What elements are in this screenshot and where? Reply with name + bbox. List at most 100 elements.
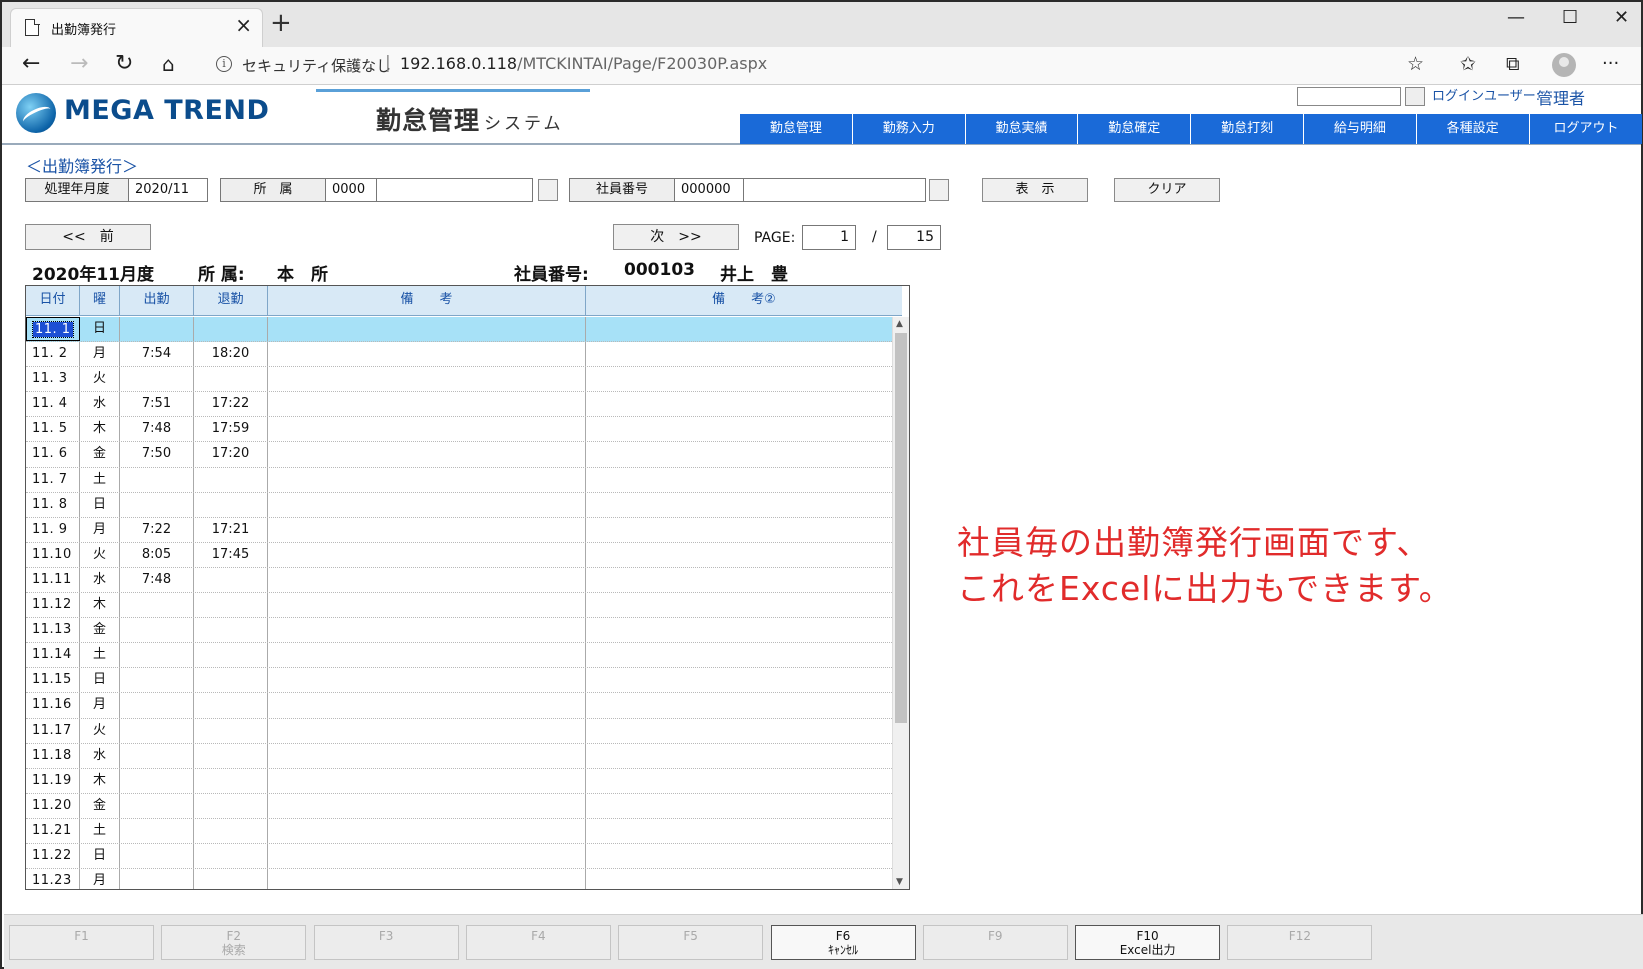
cell-note2[interactable] — [586, 744, 892, 768]
cell-clock-out[interactable] — [194, 843, 268, 869]
table-row[interactable]: 11.21 土 — [26, 818, 892, 844]
prev-page-button[interactable]: << 前 — [25, 224, 151, 250]
cell-clock-out[interactable]: 17:21 — [194, 517, 268, 542]
cell-note[interactable] — [268, 342, 586, 367]
cell-note2[interactable] — [586, 693, 892, 717]
new-tab-icon[interactable]: + — [270, 10, 292, 36]
refresh-icon[interactable]: ↻ — [115, 51, 133, 77]
cell-clock-out[interactable] — [194, 467, 268, 492]
cell-note2[interactable] — [586, 417, 892, 441]
cell-clock-in[interactable]: 7:48 — [120, 417, 194, 442]
cell-clock-in[interactable] — [120, 618, 194, 643]
cell-day[interactable]: 月 — [80, 869, 120, 889]
cell-day[interactable]: 日 — [80, 843, 120, 869]
cell-note2[interactable] — [586, 493, 892, 517]
table-scrollbar[interactable]: ▲ ▼ — [892, 317, 909, 889]
scroll-down-icon[interactable]: ▼ — [896, 877, 903, 887]
cell-note2[interactable] — [586, 794, 892, 818]
scroll-thumb[interactable] — [895, 333, 907, 723]
cell-note[interactable] — [268, 567, 586, 593]
cell-clock-out[interactable] — [194, 869, 268, 889]
cell-note2[interactable] — [586, 342, 892, 366]
menu-settings[interactable]: 各種設定 — [1416, 114, 1530, 144]
cell-date[interactable]: 11.11 — [26, 567, 80, 593]
favorites-icon[interactable]: ✩ — [1460, 51, 1476, 77]
table-row[interactable]: 11.17 火 — [26, 718, 892, 744]
employee-lookup-button[interactable] — [929, 179, 949, 201]
table-row[interactable]: 11. 5 木 7:48 17:59 — [26, 417, 892, 443]
cell-note2[interactable] — [586, 392, 892, 416]
cell-date[interactable]: 11. 5 — [26, 417, 80, 442]
clear-button[interactable]: クリア — [1114, 178, 1220, 202]
cell-date[interactable]: 11. 2 — [26, 342, 80, 367]
cell-note[interactable] — [268, 743, 586, 768]
cell-note[interactable] — [268, 492, 586, 517]
fkey-f5[interactable]: F5 — [618, 925, 764, 960]
cell-date[interactable]: 11.13 — [26, 618, 80, 643]
menu-payslip[interactable]: 給与明細 — [1303, 114, 1417, 144]
cell-note[interactable] — [268, 542, 586, 567]
cell-clock-in[interactable] — [120, 367, 194, 392]
cell-clock-in[interactable]: 7:51 — [120, 392, 194, 417]
employee-name-input[interactable] — [743, 178, 926, 202]
cell-note[interactable] — [268, 843, 586, 869]
show-button[interactable]: 表 示 — [982, 178, 1088, 202]
minimize-icon[interactable]: — — [1507, 6, 1525, 30]
cell-date[interactable]: 11.20 — [26, 793, 80, 818]
table-row[interactable]: 11.22 日 — [26, 843, 892, 870]
cell-day[interactable]: 日 — [80, 668, 120, 693]
cell-clock-out[interactable] — [194, 317, 268, 342]
table-row[interactable]: 11. 4 水 7:51 17:22 — [26, 392, 892, 418]
cell-date[interactable]: 11.15 — [26, 668, 80, 693]
cell-date[interactable]: 11.19 — [26, 768, 80, 793]
cell-day[interactable]: 木 — [80, 593, 120, 618]
login-search-input[interactable] — [1297, 87, 1401, 106]
cell-clock-out[interactable] — [194, 668, 268, 693]
table-row[interactable]: 11. 3 火 — [26, 367, 892, 393]
table-row[interactable]: 11.13 金 — [26, 618, 892, 644]
cell-clock-out[interactable] — [194, 818, 268, 843]
cell-note2[interactable] — [586, 593, 892, 617]
cell-date[interactable]: 11. 7 — [26, 467, 80, 492]
menu-work-input[interactable]: 勤務入力 — [852, 114, 966, 144]
table-row[interactable]: 11.12 木 — [26, 593, 892, 619]
cell-note[interactable] — [268, 643, 586, 668]
cell-note[interactable] — [268, 417, 586, 442]
cell-date[interactable]: 11. 9 — [26, 517, 80, 542]
cell-day[interactable]: 火 — [80, 542, 120, 567]
table-row[interactable]: 11.23 月 — [26, 869, 892, 889]
cell-clock-in[interactable]: 7:50 — [120, 442, 194, 467]
cell-clock-out[interactable]: 17:59 — [194, 417, 268, 442]
collections-icon[interactable]: ⧉ — [1506, 51, 1520, 77]
cell-clock-out[interactable]: 17:22 — [194, 392, 268, 417]
cell-clock-in[interactable] — [120, 693, 194, 718]
cell-day[interactable]: 月 — [80, 693, 120, 718]
table-row[interactable]: 11. 6 金 7:50 17:20 — [26, 442, 892, 468]
cell-clock-in[interactable]: 7:54 — [120, 342, 194, 367]
cell-clock-out[interactable] — [194, 693, 268, 718]
menu-attendance-management[interactable]: 勤怠管理 — [740, 114, 853, 144]
cell-clock-in[interactable] — [120, 317, 194, 342]
cell-clock-out[interactable] — [194, 718, 268, 743]
cell-clock-out[interactable] — [194, 618, 268, 643]
cell-clock-in[interactable] — [120, 818, 194, 843]
cell-clock-in[interactable] — [120, 743, 194, 768]
cell-clock-in[interactable] — [120, 643, 194, 668]
cell-date[interactable]: 11.22 — [26, 843, 80, 869]
employee-no-input[interactable]: 000000 — [674, 178, 744, 202]
cell-date[interactable]: 11. 1 — [26, 317, 80, 342]
cell-clock-in[interactable] — [120, 467, 194, 492]
home-icon[interactable]: ⌂ — [162, 51, 175, 77]
menu-attendance-confirm[interactable]: 勤怠確定 — [1078, 114, 1192, 144]
star-icon[interactable]: ☆ — [1407, 51, 1424, 77]
cell-note2[interactable] — [586, 668, 892, 692]
login-search-button[interactable] — [1405, 87, 1425, 106]
cell-clock-in[interactable] — [120, 668, 194, 693]
cell-note[interactable] — [268, 693, 586, 718]
table-row[interactable]: 11.20 金 — [26, 793, 892, 819]
cell-date[interactable]: 11.18 — [26, 743, 80, 768]
table-row[interactable]: 11.10 火 8:05 17:45 — [26, 542, 892, 568]
cell-day[interactable]: 金 — [80, 618, 120, 643]
cell-date[interactable]: 11.12 — [26, 593, 80, 618]
cell-note2[interactable] — [586, 518, 892, 542]
